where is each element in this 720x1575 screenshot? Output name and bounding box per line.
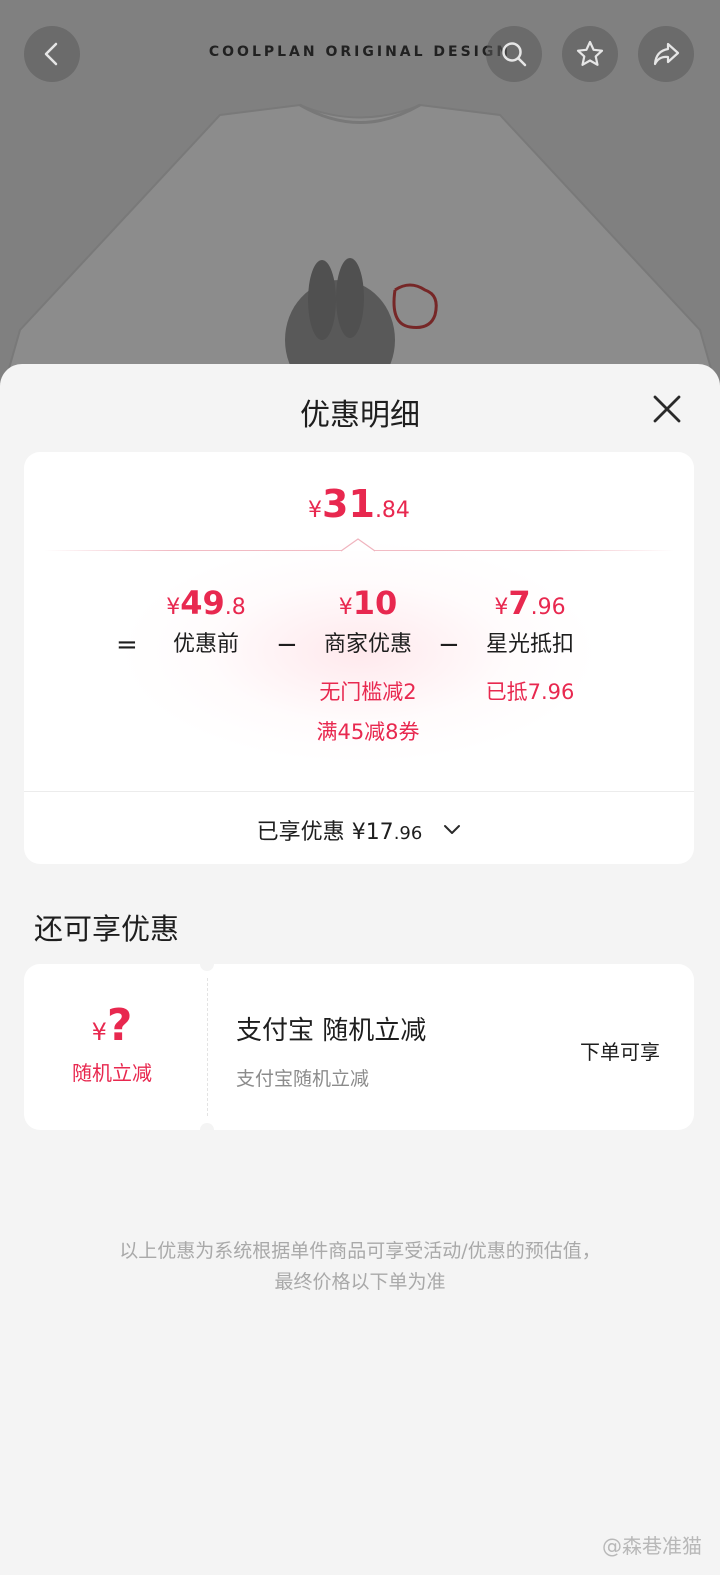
starlight-yen: ¥ xyxy=(494,595,509,620)
price-breakdown-card: ¥31.84 = ¥49.8 优惠前 − ¥10 商家优惠 无门槛减2 满45减… xyxy=(24,452,694,864)
coupon-amount-area: ¥? 随机立减 xyxy=(24,1000,200,1086)
coupon-description: 支付宝随机立减 xyxy=(236,1068,370,1090)
coupon-question-mark: ? xyxy=(106,1000,133,1051)
starlight-int: 7 xyxy=(508,584,531,622)
coupon-notch-top xyxy=(200,957,214,971)
coupon-amount: ¥? xyxy=(24,1000,200,1051)
starlight-dec: .96 xyxy=(530,595,566,620)
starlight-details: 已抵7.96 xyxy=(468,672,592,712)
coupon-title: 支付宝 随机立减 xyxy=(236,1016,427,1046)
merchant-detail-item: 满45减8券 xyxy=(316,720,420,744)
alipay-coupon-card[interactable]: ¥? 随机立减 支付宝 随机立减 支付宝随机立减 下单可享 xyxy=(24,957,694,1137)
original-price-yen: ¥ xyxy=(166,595,181,620)
product-page-background: COOLPLAN ORIGINAL DESIGN xyxy=(0,0,720,400)
merchant-discount-int: 10 xyxy=(352,584,398,622)
coupon-yen: ¥ xyxy=(91,1018,107,1046)
watermark: @森巷准猫 xyxy=(602,1534,702,1558)
disclaimer-line: 最终价格以下单为准 xyxy=(274,1271,446,1293)
more-discounts-title: 还可享优惠 xyxy=(34,912,180,946)
search-button[interactable] xyxy=(486,26,542,82)
breakdown-merchant-discount: ¥10 商家优惠 无门槛减2 满45减8券 xyxy=(298,584,438,752)
enjoyed-label: 已享优惠 xyxy=(256,820,345,845)
disclaimer-text: 以上优惠为系统根据单件商品可享受活动/优惠的预估值， 最终价格以下单为准 xyxy=(0,1236,720,1298)
favorite-button[interactable] xyxy=(562,26,618,82)
minus-operator: − xyxy=(276,630,298,660)
chevron-down-icon xyxy=(444,825,461,834)
enjoyed-discount-toggle[interactable]: 已享优惠 ¥17.96 xyxy=(24,814,694,846)
equals-operator: = xyxy=(116,630,138,660)
final-price-int: 31 xyxy=(322,482,375,526)
merchant-detail-item: 无门槛减2 xyxy=(319,680,417,704)
merchant-discount-label: 商家优惠 xyxy=(323,632,412,657)
back-button[interactable] xyxy=(24,26,80,82)
starlight-amount: ¥7.96 xyxy=(468,584,592,624)
enjoyed-yen: ¥ xyxy=(351,820,366,845)
coupon-left-label: 随机立减 xyxy=(72,1061,152,1085)
minus-operator: − xyxy=(438,630,460,660)
breakdown-original-price: ¥49.8 优惠前 xyxy=(146,584,266,658)
star-icon xyxy=(576,40,604,66)
original-price-dec: .8 xyxy=(224,595,246,620)
close-icon[interactable] xyxy=(650,392,684,426)
coupon-dashed-divider xyxy=(207,978,208,1116)
merchant-discount-yen: ¥ xyxy=(338,595,353,620)
merchant-discount-amount: ¥10 xyxy=(298,584,438,624)
disclaimer-line: 以上优惠为系统根据单件商品可享受活动/优惠的预估值， xyxy=(119,1240,601,1262)
merchant-discount-details: 无门槛减2 满45减8券 xyxy=(298,672,438,752)
final-price-yen: ¥ xyxy=(308,498,323,523)
caret-up-icon xyxy=(341,538,375,552)
search-icon xyxy=(502,42,527,67)
enjoyed-dec: .96 xyxy=(393,823,423,844)
final-price: ¥31.84 xyxy=(24,482,694,526)
original-price-int: 49 xyxy=(180,584,225,622)
original-price-label: 优惠前 xyxy=(172,632,239,657)
coupon-action-text: 下单可享 xyxy=(580,1040,660,1064)
back-icon xyxy=(44,42,58,66)
card-separator xyxy=(24,791,694,792)
starlight-detail-item: 已抵7.96 xyxy=(485,680,575,704)
starlight-label: 星光抵扣 xyxy=(485,632,574,657)
original-price-amount: ¥49.8 xyxy=(146,584,266,624)
discount-detail-sheet: 优惠明细 ¥31.84 = ¥49.8 优惠前 − ¥10 商家优惠 无门槛减2 xyxy=(0,364,720,1575)
share-icon xyxy=(653,42,680,66)
enjoyed-int: 17 xyxy=(365,820,394,845)
sheet-title: 优惠明细 xyxy=(300,398,420,433)
share-button[interactable] xyxy=(638,26,694,82)
breakdown-starlight-deduction: ¥7.96 星光抵扣 已抵7.96 xyxy=(468,584,592,712)
final-price-dec: .84 xyxy=(374,498,410,523)
coupon-notch-bottom xyxy=(200,1123,214,1137)
